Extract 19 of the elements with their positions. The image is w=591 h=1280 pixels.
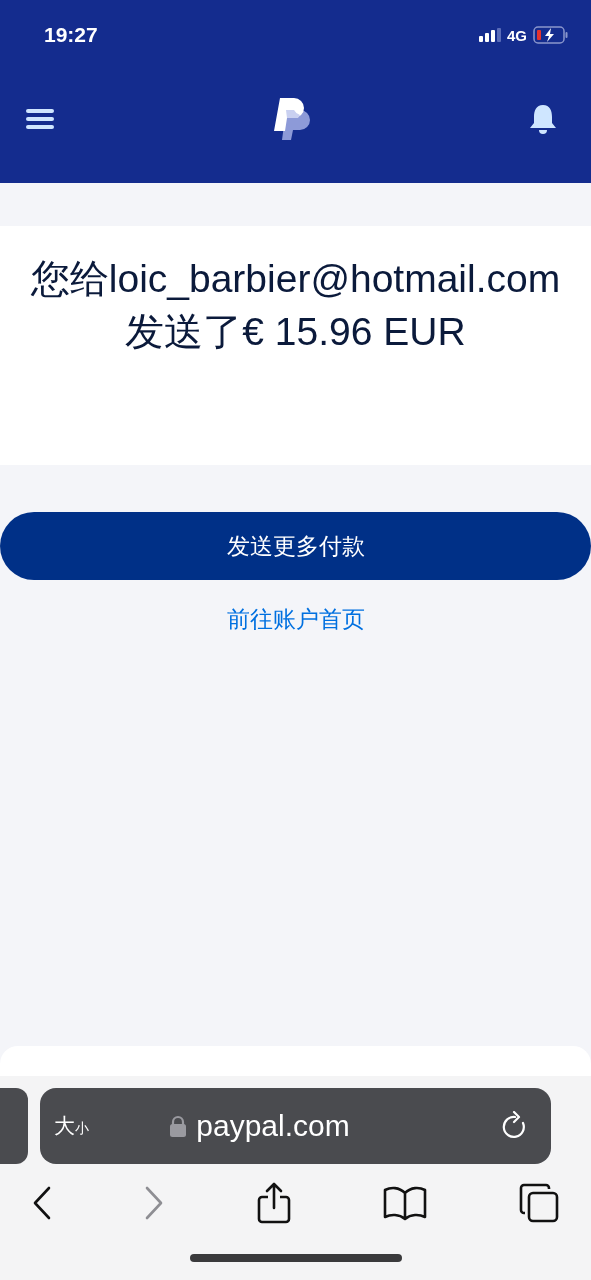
menu-icon[interactable]	[26, 108, 54, 130]
account-home-link[interactable]: 前往账户首页	[226, 604, 365, 635]
confirmation-message: 您给loic_barbier@hotmail.com发送了€ 15.96 EUR	[29, 256, 562, 355]
status-time: 19:27	[44, 23, 98, 47]
send-more-button[interactable]: 发送更多付款	[0, 512, 591, 580]
bell-icon[interactable]	[529, 104, 557, 134]
text-size-button[interactable]: 大小	[54, 1112, 89, 1140]
share-icon[interactable]	[256, 1182, 291, 1224]
url-text: paypal.com	[196, 1109, 350, 1143]
logo-icon	[273, 98, 310, 140]
lock-icon	[170, 1115, 187, 1137]
address-bar[interactable]: 大小 paypal.com	[40, 1088, 551, 1164]
back-icon[interactable]	[32, 1186, 52, 1220]
battery-icon	[533, 26, 569, 44]
tabs-icon[interactable]	[519, 1183, 559, 1223]
network-label: 4G	[507, 26, 527, 44]
signal-icon	[479, 28, 501, 42]
book-icon[interactable]	[382, 1185, 427, 1221]
previous-tab[interactable]	[0, 1088, 28, 1164]
